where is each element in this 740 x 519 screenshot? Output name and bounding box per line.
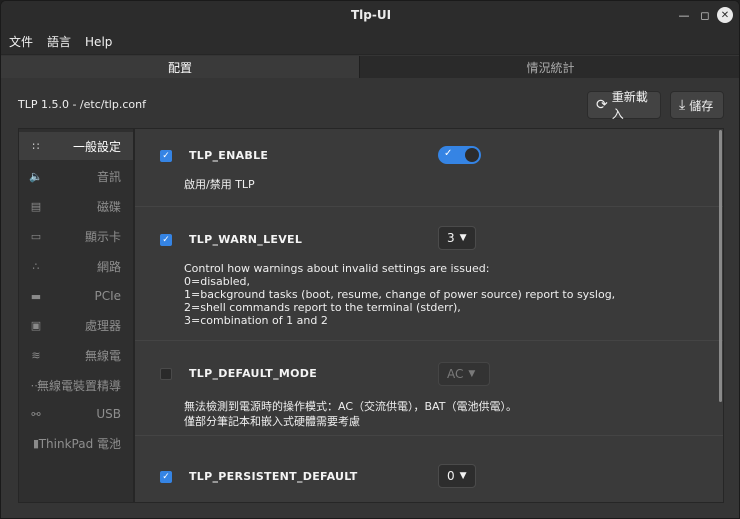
tlp-enable-checkbox[interactable]: ✓ <box>160 150 172 162</box>
network-icon: ∴ <box>32 259 40 273</box>
divider <box>135 206 723 207</box>
setting-description: Control how warnings about invalid setti… <box>184 262 616 327</box>
grid-icon: ∷ <box>32 139 40 153</box>
reload-label: 重新載入 <box>611 90 648 121</box>
sidebar-item-cpu[interactable]: ▣ 處理器 <box>19 311 133 339</box>
tlp-enable-toggle[interactable]: ✓ <box>438 146 481 164</box>
check-icon: ✓ <box>444 148 453 159</box>
tlp-persistent-default-checkbox[interactable]: ✓ <box>160 471 172 483</box>
sidebar-item-radio[interactable]: ≋ 無線電 <box>19 341 133 369</box>
setting-name: TLP_WARN_LEVEL <box>189 233 303 246</box>
dropdown-value: 0 <box>447 469 455 483</box>
speaker-icon: 🔈 <box>29 169 43 183</box>
reload-button[interactable]: ⟳ 重新載入 <box>587 90 661 121</box>
setting-description: 啟用/禁用 TLP <box>184 178 255 191</box>
sidebar-item-audio[interactable]: 🔈 音訊 <box>19 162 133 190</box>
maximize-icon[interactable]: ◻ <box>697 7 713 23</box>
wifi-icon: ≋ <box>31 348 41 362</box>
chevron-down-icon: ▼ <box>459 471 467 481</box>
tlp-warn-level-dropdown[interactable]: 3 ▼ <box>438 226 476 250</box>
divider <box>135 340 723 341</box>
save-label: 儲存 <box>689 98 714 113</box>
menu-help[interactable]: Help <box>85 35 112 49</box>
setting-name: TLP_ENABLE <box>189 149 269 162</box>
close-icon[interactable]: ✕ <box>717 7 733 23</box>
toggle-knob <box>465 148 479 162</box>
setting-description: 無法檢測到電源時的操作模式：AC（交流供電），BAT（電池供電）。 僅部分筆記本… <box>184 400 517 428</box>
dropdown-value: AC <box>447 367 464 381</box>
tab-statistics[interactable]: 情況統計 <box>359 56 739 78</box>
tlp-persistent-default-dropdown[interactable]: 0 ▼ <box>438 464 476 488</box>
app-window: Tlp-UI — ◻ ✕ 文件 語言 Help 配置 情況統計 TLP 1.5.… <box>0 0 740 519</box>
refresh-icon: ⟳ <box>596 97 608 113</box>
title-bar: Tlp-UI — ◻ ✕ <box>1 1 739 29</box>
menu-file[interactable]: 文件 <box>9 33 33 50</box>
tab-config[interactable]: 配置 <box>1 56 359 78</box>
usb-icon: ⚯ <box>31 407 41 421</box>
chevron-down-icon: ▼ <box>468 369 476 379</box>
sidebar-item-graphics[interactable]: ▭ 顯示卡 <box>19 222 133 250</box>
chevron-down-icon: ▼ <box>459 233 467 243</box>
sidebar-item-pcie[interactable]: ▬ PCIe <box>19 282 133 310</box>
disk-icon: ▤ <box>30 199 42 213</box>
setting-name: TLP_PERSISTENT_DEFAULT <box>189 470 358 483</box>
dropdown-value: 3 <box>447 231 455 245</box>
tlp-warn-level-checkbox[interactable]: ✓ <box>160 234 172 246</box>
minimize-icon[interactable]: — <box>676 7 692 23</box>
sidebar-item-network[interactable]: ∴ 網路 <box>19 252 133 280</box>
window-title: Tlp-UI <box>350 8 392 22</box>
pcie-icon: ▬ <box>30 289 42 303</box>
save-button[interactable]: ⤓ 儲存 <box>670 91 724 119</box>
setting-name: TLP_DEFAULT_MODE <box>189 367 318 380</box>
config-path: TLP 1.5.0 - /etc/tlp.conf <box>18 98 146 111</box>
settings-panel: ✓ TLP_ENABLE ✓ 啟用/禁用 TLP ✓ TLP_WARN_LEVE… <box>134 128 724 503</box>
sidebar-item-general[interactable]: ∷ 一般設定 <box>19 132 133 160</box>
sidebar-item-battery[interactable]: ▮ ThinkPad 電池 <box>19 429 133 457</box>
sidebar-item-usb[interactable]: ⚯ USB <box>19 400 133 428</box>
sidebar-item-disk[interactable]: ▤ 磁碟 <box>19 192 133 220</box>
tlp-default-mode-dropdown[interactable]: AC ▼ <box>438 362 490 386</box>
menu-bar: 文件 語言 Help <box>1 29 739 55</box>
monitor-icon: ▭ <box>30 229 42 243</box>
cpu-icon: ▣ <box>30 318 42 332</box>
tab-bar: 配置 情況統計 <box>1 56 739 78</box>
menu-language[interactable]: 語言 <box>47 33 71 50</box>
tlp-default-mode-checkbox[interactable] <box>160 368 172 380</box>
sidebar-item-radio-wizard[interactable]: ⋯ 無線電裝置精導 <box>19 371 133 399</box>
category-sidebar: ∷ 一般設定 🔈 音訊 ▤ 磁碟 ▭ 顯示卡 ∴ 網路 ▬ PCIe ▣ 處理器… <box>18 128 134 503</box>
divider <box>135 435 723 436</box>
download-icon: ⤓ <box>679 97 686 113</box>
content-scrollbar[interactable] <box>719 130 722 402</box>
